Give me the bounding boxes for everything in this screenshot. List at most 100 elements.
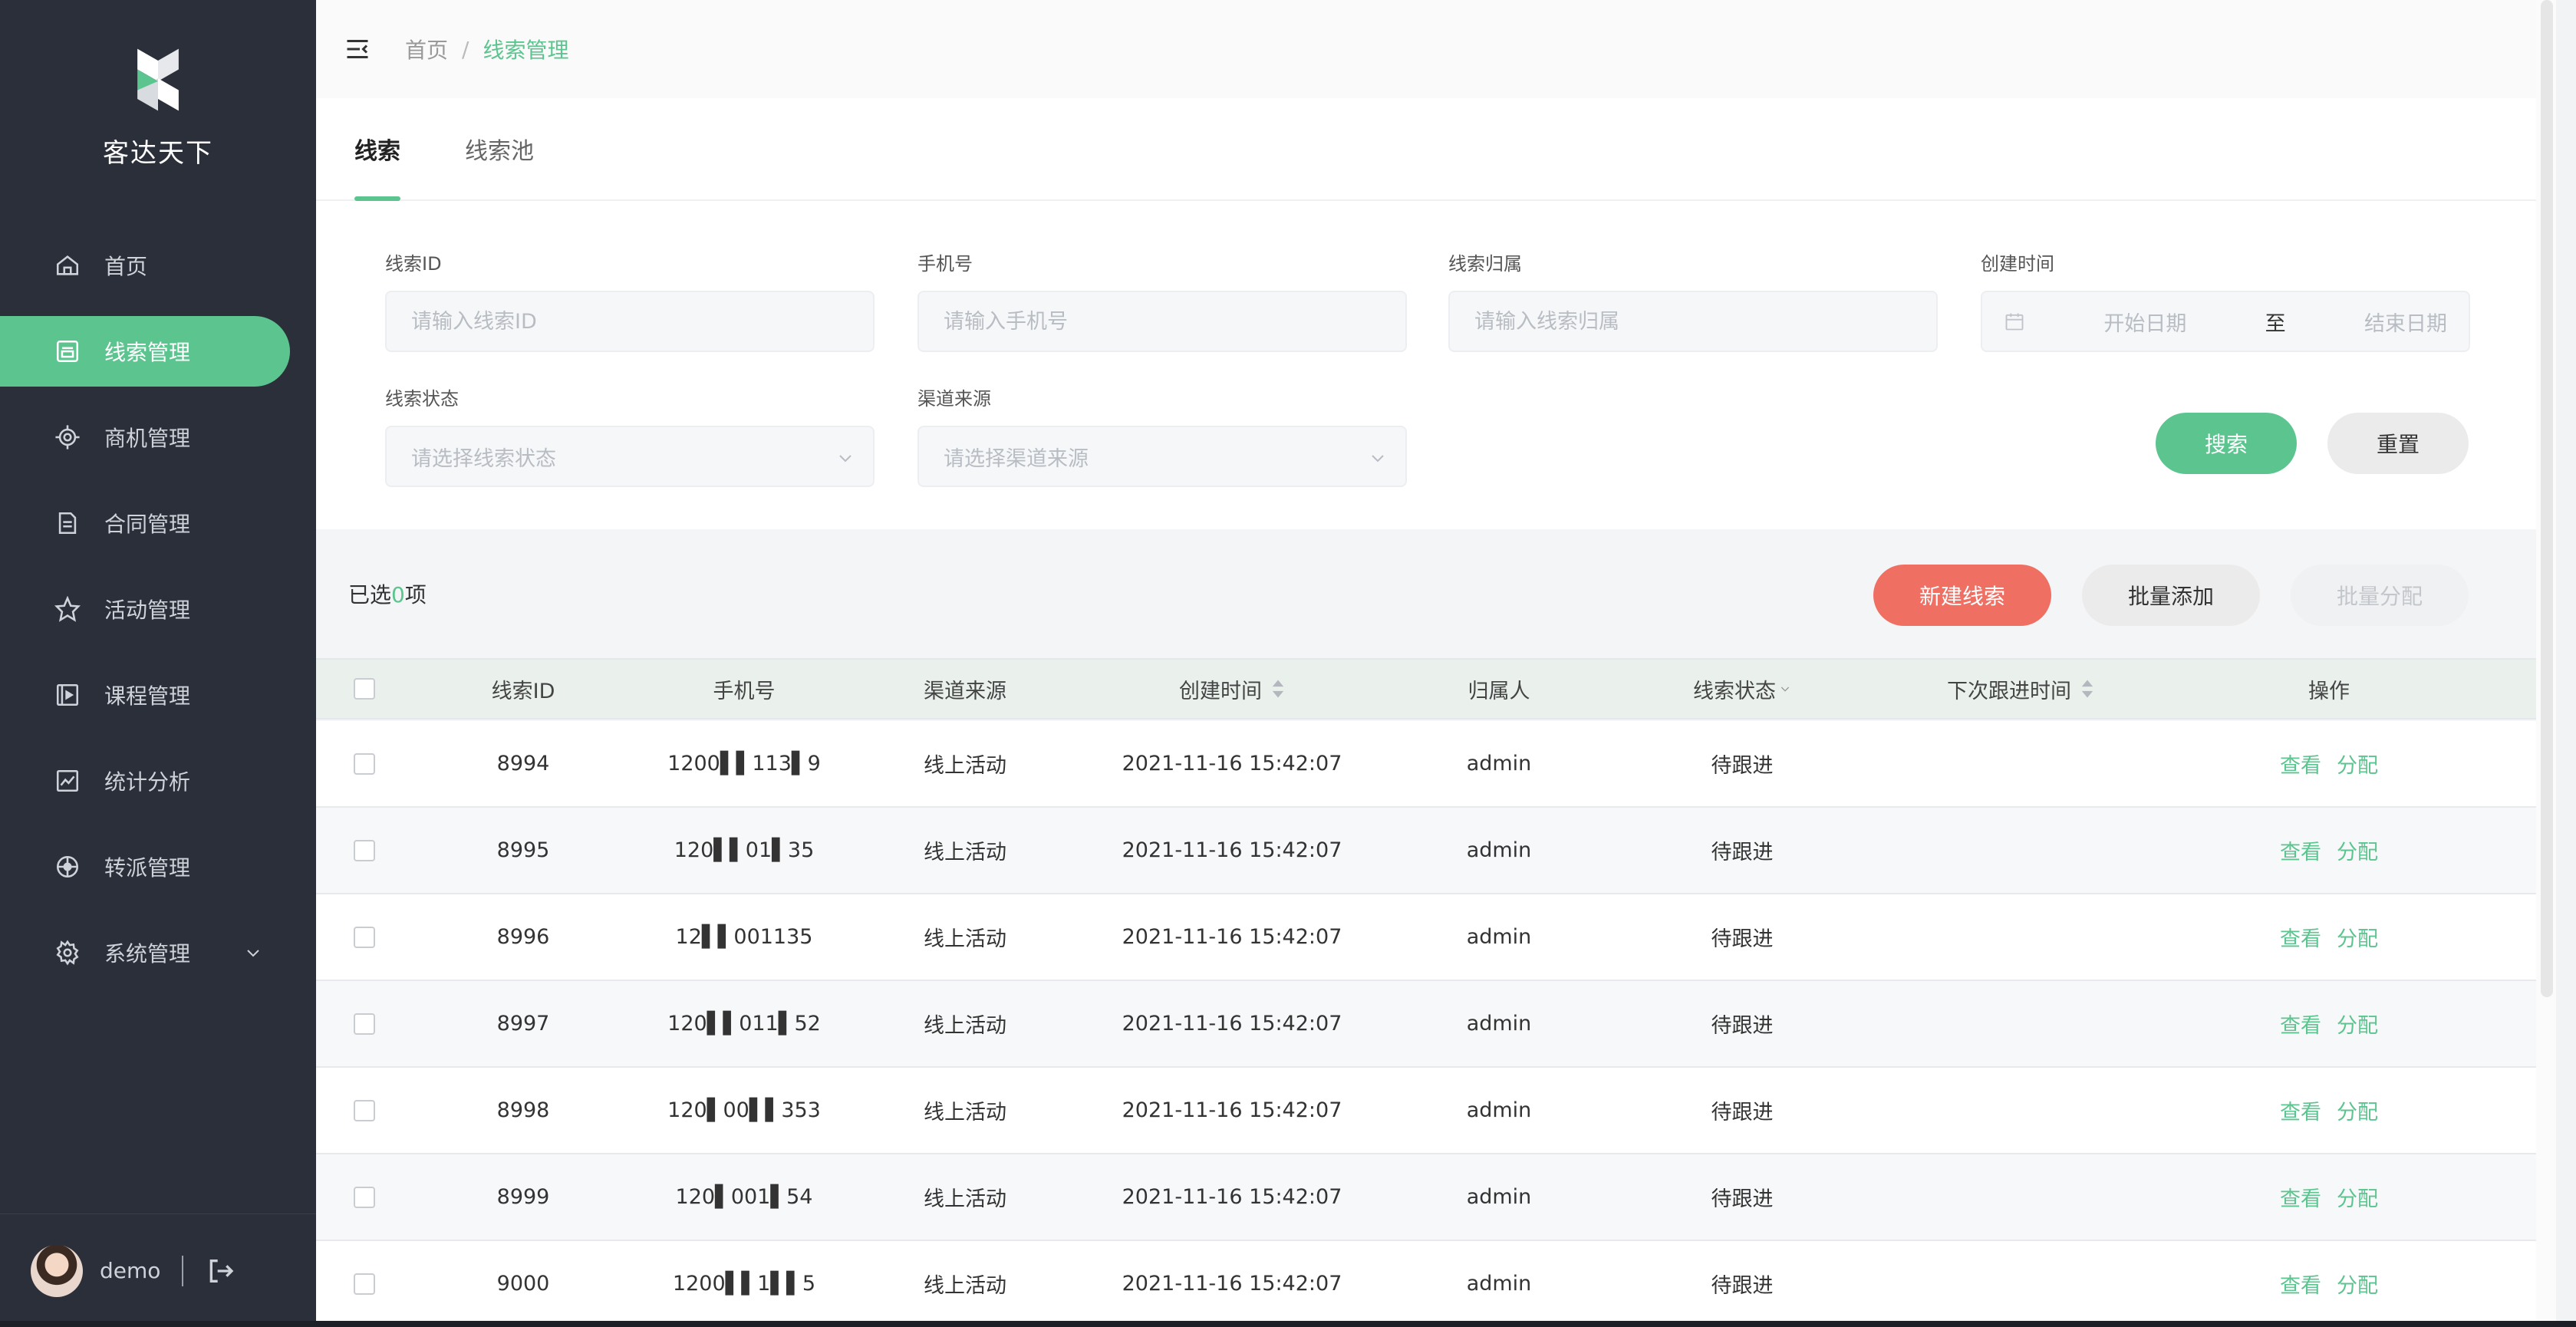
owner-input[interactable]	[1474, 309, 1912, 334]
sidebar-item-opportunity[interactable]: 商机管理	[0, 402, 316, 473]
assign-link[interactable]: 分配	[2337, 1182, 2378, 1212]
tab-clues[interactable]: 线索	[354, 132, 400, 201]
filter-channel: 渠道来源 请选择渠道来源	[917, 384, 1407, 487]
tab-clue-pool[interactable]: 线索池	[465, 132, 534, 199]
table-row: 9000 1200▌▌1▌▌5 线上活动 2021-11-16 15:42:07 adm…	[316, 1241, 2556, 1327]
sidebar-item-clue[interactable]: 线索管理	[0, 316, 290, 387]
sidebar-item-home[interactable]: 首页	[0, 230, 316, 301]
row-select-cell	[316, 981, 413, 1066]
reset-button[interactable]: 重置	[2327, 413, 2469, 474]
channel-select[interactable]: 请选择渠道来源	[917, 426, 1407, 487]
date-range-separator: 至	[2265, 311, 2286, 336]
sort-icon[interactable]	[1271, 679, 1285, 699]
view-link[interactable]: 查看	[2280, 922, 2321, 952]
sort-icon[interactable]	[2080, 679, 2094, 699]
chevron-down-icon[interactable]	[1779, 683, 1791, 695]
col-status[interactable]: 线索状态	[1609, 660, 1875, 718]
cell-actions: 查看 分配	[2166, 1241, 2492, 1326]
search-button[interactable]: 搜索	[2156, 413, 2297, 474]
row-checkbox[interactable]	[354, 752, 375, 775]
view-link[interactable]: 查看	[2280, 1095, 2321, 1125]
cell-next-follow	[1875, 1154, 2166, 1240]
menu-fold-icon[interactable]	[344, 35, 371, 63]
cell-owner: admin	[1466, 1185, 1532, 1209]
cell-created: 2021-11-16 15:42:07	[1122, 1272, 1342, 1296]
selected-count: 已选0项	[348, 578, 427, 609]
row-checkbox[interactable]	[354, 1273, 375, 1295]
col-created-label: 创建时间	[1179, 679, 1262, 703]
cell-created: 2021-11-16 15:42:07	[1122, 752, 1342, 775]
start-date-input[interactable]: 开始日期	[2103, 307, 2186, 337]
view-link[interactable]: 查看	[2280, 835, 2321, 865]
col-next-follow-label: 下次跟进时间	[1947, 679, 2071, 703]
channel-select-placeholder: 请选择渠道来源	[944, 446, 1089, 471]
assign-link[interactable]: 分配	[2337, 749, 2378, 779]
home-icon	[54, 252, 81, 279]
row-select-cell	[316, 1068, 413, 1153]
clue-id-input[interactable]	[411, 309, 848, 334]
end-date-input[interactable]: 结束日期	[2364, 307, 2447, 337]
cell-channel: 线上活动	[924, 1187, 1006, 1211]
logout-icon[interactable]	[205, 1256, 236, 1286]
cell-clue-id: 9000	[496, 1272, 550, 1296]
phone-input[interactable]	[944, 309, 1381, 334]
clue-icon	[54, 338, 81, 365]
cell-clue-id: 8999	[496, 1185, 550, 1209]
cell-clue-id: 8997	[496, 1012, 550, 1036]
avatar[interactable]	[31, 1244, 83, 1297]
view-link[interactable]: 查看	[2280, 1269, 2321, 1299]
assign-link[interactable]: 分配	[2337, 1269, 2378, 1299]
cell-owner: admin	[1466, 1012, 1532, 1036]
row-checkbox[interactable]	[354, 1013, 375, 1035]
cell-actions: 查看 分配	[2166, 1154, 2492, 1240]
cell-status: 待跟进	[1711, 1274, 1774, 1298]
sidebar-item-activity[interactable]: 活动管理	[0, 574, 316, 644]
row-checkbox[interactable]	[354, 839, 375, 861]
scrollbar-thumb[interactable]	[2541, 0, 2553, 997]
view-link[interactable]: 查看	[2280, 749, 2321, 779]
table-row: 8994 1200▌▌113▌9 线上活动 2021-11-16 15:42:07 ad…	[316, 721, 2556, 808]
sidebar-item-course[interactable]: 课程管理	[0, 660, 316, 730]
tab-bar: 线索 线索池	[316, 98, 2556, 201]
status-select[interactable]: 请选择线索状态	[385, 426, 875, 487]
col-next-follow[interactable]: 下次跟进时间	[1875, 660, 2166, 718]
filter-status: 线索状态 请选择线索状态	[385, 384, 875, 487]
col-created[interactable]: 创建时间	[1076, 660, 1388, 718]
date-range-picker[interactable]: 开始日期 至 结束日期	[1981, 291, 2470, 352]
row-checkbox[interactable]	[354, 926, 375, 948]
view-link[interactable]: 查看	[2280, 1009, 2321, 1039]
cell-phone: 1200▌▌113▌9	[667, 752, 821, 775]
sidebar: 客达天下 首页 线索管理 商机管理 合同管理 活动管理 课程管理 统计分析 转派…	[0, 0, 316, 1327]
assign-link[interactable]: 分配	[2337, 922, 2378, 952]
new-clue-button[interactable]: 新建线索	[1873, 565, 2051, 626]
cell-clue-id: 8995	[496, 838, 550, 862]
batch-add-button[interactable]: 批量添加	[2082, 565, 2260, 626]
assign-link[interactable]: 分配	[2337, 1095, 2378, 1125]
sidebar-nav: 首页 线索管理 商机管理 合同管理 活动管理 课程管理 统计分析 转派管理 系统…	[0, 230, 316, 1003]
select-all-checkbox[interactable]	[354, 678, 375, 700]
cell-channel: 线上活动	[924, 1101, 1006, 1124]
cell-status: 待跟进	[1711, 927, 1774, 951]
cell-actions: 查看 分配	[2166, 721, 2492, 806]
row-checkbox[interactable]	[354, 1099, 375, 1121]
assign-link[interactable]: 分配	[2337, 1009, 2378, 1039]
cell-status: 待跟进	[1711, 1101, 1774, 1124]
cell-status: 待跟进	[1711, 1014, 1774, 1038]
sidebar-item-label: 统计分析	[104, 769, 191, 795]
sidebar-item-transfer[interactable]: 转派管理	[0, 831, 316, 902]
target-icon	[54, 423, 81, 451]
view-link[interactable]: 查看	[2280, 1182, 2321, 1212]
row-checkbox[interactable]	[354, 1186, 375, 1208]
batch-assign-button[interactable]: 批量分配	[2291, 565, 2469, 626]
cell-actions: 查看 分配	[2166, 1068, 2492, 1153]
sidebar-item-statistics[interactable]: 统计分析	[0, 746, 316, 816]
field-label: 渠道来源	[917, 388, 991, 410]
sidebar-item-contract[interactable]: 合同管理	[0, 488, 316, 558]
assign-link[interactable]: 分配	[2337, 835, 2378, 865]
breadcrumb-home[interactable]: 首页	[405, 34, 448, 64]
chevron-down-icon	[839, 455, 852, 463]
cell-next-follow	[1875, 981, 2166, 1066]
sidebar-item-system[interactable]: 系统管理	[0, 917, 316, 988]
col-phone: 手机号	[713, 679, 776, 703]
gear-icon	[54, 939, 81, 966]
